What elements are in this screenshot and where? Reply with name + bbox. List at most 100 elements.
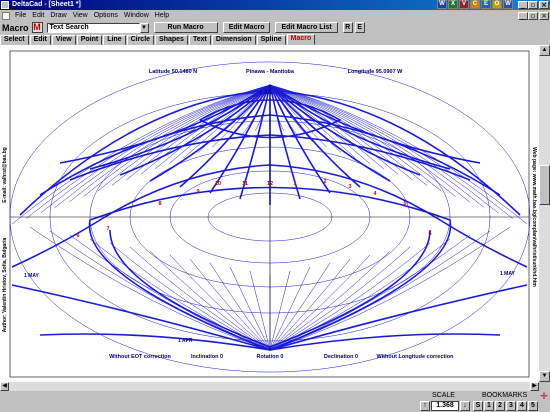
scroll-left-button[interactable]: ◀ [0, 382, 9, 391]
drawing-canvas[interactable]: Latitude 50.1480 N Pinawa - Manitoba Lon… [0, 45, 539, 382]
horizontal-scrollbar[interactable]: ◀ ▶ [0, 382, 539, 391]
thick-hour-curve [269, 84, 451, 170]
tab-spline[interactable]: Spline [256, 35, 286, 45]
eot-label: Without EOT correction [109, 354, 171, 360]
top-date-label: 1 JUL [259, 90, 273, 96]
thick-hour-curve [209, 84, 271, 194]
hour-label: 6 [428, 231, 431, 237]
tab-macro[interactable]: Macro [286, 34, 316, 45]
bookmark-5-button[interactable]: 5 [528, 401, 538, 411]
tray-calc-icon[interactable]: C [470, 0, 480, 9]
menu-view[interactable]: View [70, 10, 91, 21]
menu-help[interactable]: Help [152, 10, 172, 21]
email-label: E-mail: valhrst@bas.bg [2, 147, 8, 202]
tab-edit[interactable]: Edit [29, 35, 51, 45]
place-label: Pinawa - Manitoba [246, 69, 295, 75]
window-title: DeltaCad - [Sheet1 *] [12, 1, 81, 8]
chevron-down-icon[interactable]: ▼ [139, 22, 149, 33]
webpage-label: Web page: www.math.bas.bg/complan/valhri… [531, 147, 537, 287]
bookmark-3-button[interactable]: 3 [506, 401, 516, 411]
longitude-label: Longitude 95.0907 W [348, 69, 404, 75]
tab-view[interactable]: View [51, 35, 76, 45]
tray-word2-icon[interactable]: W [503, 0, 513, 9]
e-button[interactable]: E [354, 22, 365, 33]
bookmark-2-button[interactable]: 2 [495, 401, 505, 411]
vertical-scrollbar[interactable]: ▲ ▼ [539, 45, 550, 382]
scroll-thumb[interactable] [539, 165, 550, 205]
thin-hour-line [269, 84, 413, 181]
thick-hour-curve [269, 84, 331, 194]
scroll-right-button[interactable]: ▶ [530, 382, 539, 391]
r-button[interactable]: R [342, 22, 353, 33]
menu-options[interactable]: Options [91, 10, 121, 21]
hour-label: 7 [106, 226, 109, 232]
thin-hour-line [126, 84, 271, 181]
bookmarks-label: BOOKMARKS [482, 392, 528, 399]
menu-draw[interactable]: Draw [47, 10, 69, 21]
tray-vba-icon[interactable]: V [459, 0, 469, 9]
scale-value[interactable]: 1.368 [431, 401, 459, 411]
menu-file[interactable]: File [12, 10, 29, 21]
doc-minimize-button[interactable]: _ [518, 12, 528, 20]
run-macro-button[interactable]: Run Macro [153, 22, 218, 33]
scale-label: SCALE [432, 392, 455, 399]
doc-restore-button[interactable]: ▫ [528, 12, 538, 20]
edit-macro-button[interactable]: Edit Macro [222, 22, 271, 33]
tab-circle[interactable]: Circle [126, 35, 155, 45]
maximize-button[interactable]: ▫ [528, 1, 538, 9]
taskbar-tray: W X V C E O W [437, 0, 513, 10]
latitude-label: Latitude 50.1480 N [149, 69, 197, 75]
doc-close-button[interactable]: × [539, 12, 549, 20]
document-icon[interactable] [2, 11, 10, 20]
scroll-up-button[interactable]: ▲ [539, 45, 550, 56]
hour-label: 3 [348, 184, 351, 190]
title-bar: DeltaCad - [Sheet1 *] W X V C E O W _ ▫ … [0, 0, 550, 10]
edit-macro-list-button[interactable]: Edit Macro List [275, 22, 338, 33]
scale-down-button[interactable]: ↓ [460, 401, 470, 411]
month-label-left-may: 1 MAY [24, 273, 39, 279]
scroll-down-button[interactable]: ▼ [539, 371, 550, 382]
tray-explorer-icon[interactable]: E [481, 0, 491, 9]
thin-bottom-line [189, 258, 271, 351]
longitude-correction-label: Without Longitude correction [377, 354, 455, 360]
tab-shapes[interactable]: Shapes [155, 35, 188, 45]
menu-window[interactable]: Window [121, 10, 152, 21]
thick-bottom-curve [11, 284, 528, 351]
toolbar-label: Macro [2, 22, 29, 33]
macro-select[interactable]: Text Search [46, 22, 140, 33]
hour-label: 5 [403, 201, 406, 207]
bookmark-1-button[interactable]: 1 [484, 401, 494, 411]
sundial-drawing[interactable]: Latitude 50.1480 N Pinawa - Manitoba Lon… [0, 45, 539, 382]
tab-text[interactable]: Text [188, 35, 211, 45]
tray-outlook-icon[interactable]: O [492, 0, 502, 9]
hour-label: 10 [215, 181, 221, 187]
rotation-label: Rotation 0 [257, 354, 284, 360]
tab-point[interactable]: Point [76, 35, 103, 45]
scale-up-button[interactable]: ↑ [420, 401, 430, 411]
tab-dimension[interactable]: Dimension [211, 35, 256, 45]
declination-label: Declination 0 [324, 354, 358, 360]
hour-label: 2 [323, 179, 326, 185]
tab-select[interactable]: Select [0, 35, 29, 45]
bookmark-s-button[interactable]: S [473, 401, 483, 411]
inclination-label: Inclination 0 [191, 354, 223, 360]
minimize-button[interactable]: _ [518, 1, 528, 9]
app-icon[interactable] [1, 1, 9, 9]
thin-bottom-line [269, 258, 351, 351]
bookmark-4-button[interactable]: 4 [517, 401, 527, 411]
hour-label: 4 [373, 191, 377, 197]
macro-toolbar: Macro M Text Search ▼ Run Macro Edit Mac… [0, 21, 550, 34]
hour-label: 11 [242, 181, 248, 187]
tab-line[interactable]: Line [103, 35, 126, 45]
crosshair-icon[interactable]: ✛ [538, 391, 550, 401]
hour-label: 9 [196, 189, 199, 195]
hour-label: 8 [158, 201, 161, 207]
macro-icon[interactable]: M [31, 22, 43, 33]
hour-label: 12 [267, 181, 273, 187]
tray-word-icon[interactable]: W [437, 0, 447, 9]
tray-excel-icon[interactable]: X [448, 0, 458, 9]
menu-edit[interactable]: Edit [29, 10, 47, 21]
status-bar: SCALE BOOKMARKS ↑ 1.368 ↓ S 1 2 3 4 5 ✛ [0, 391, 550, 412]
close-button[interactable]: × [539, 1, 549, 9]
month-label-left-apr: 1 APR [178, 338, 193, 344]
